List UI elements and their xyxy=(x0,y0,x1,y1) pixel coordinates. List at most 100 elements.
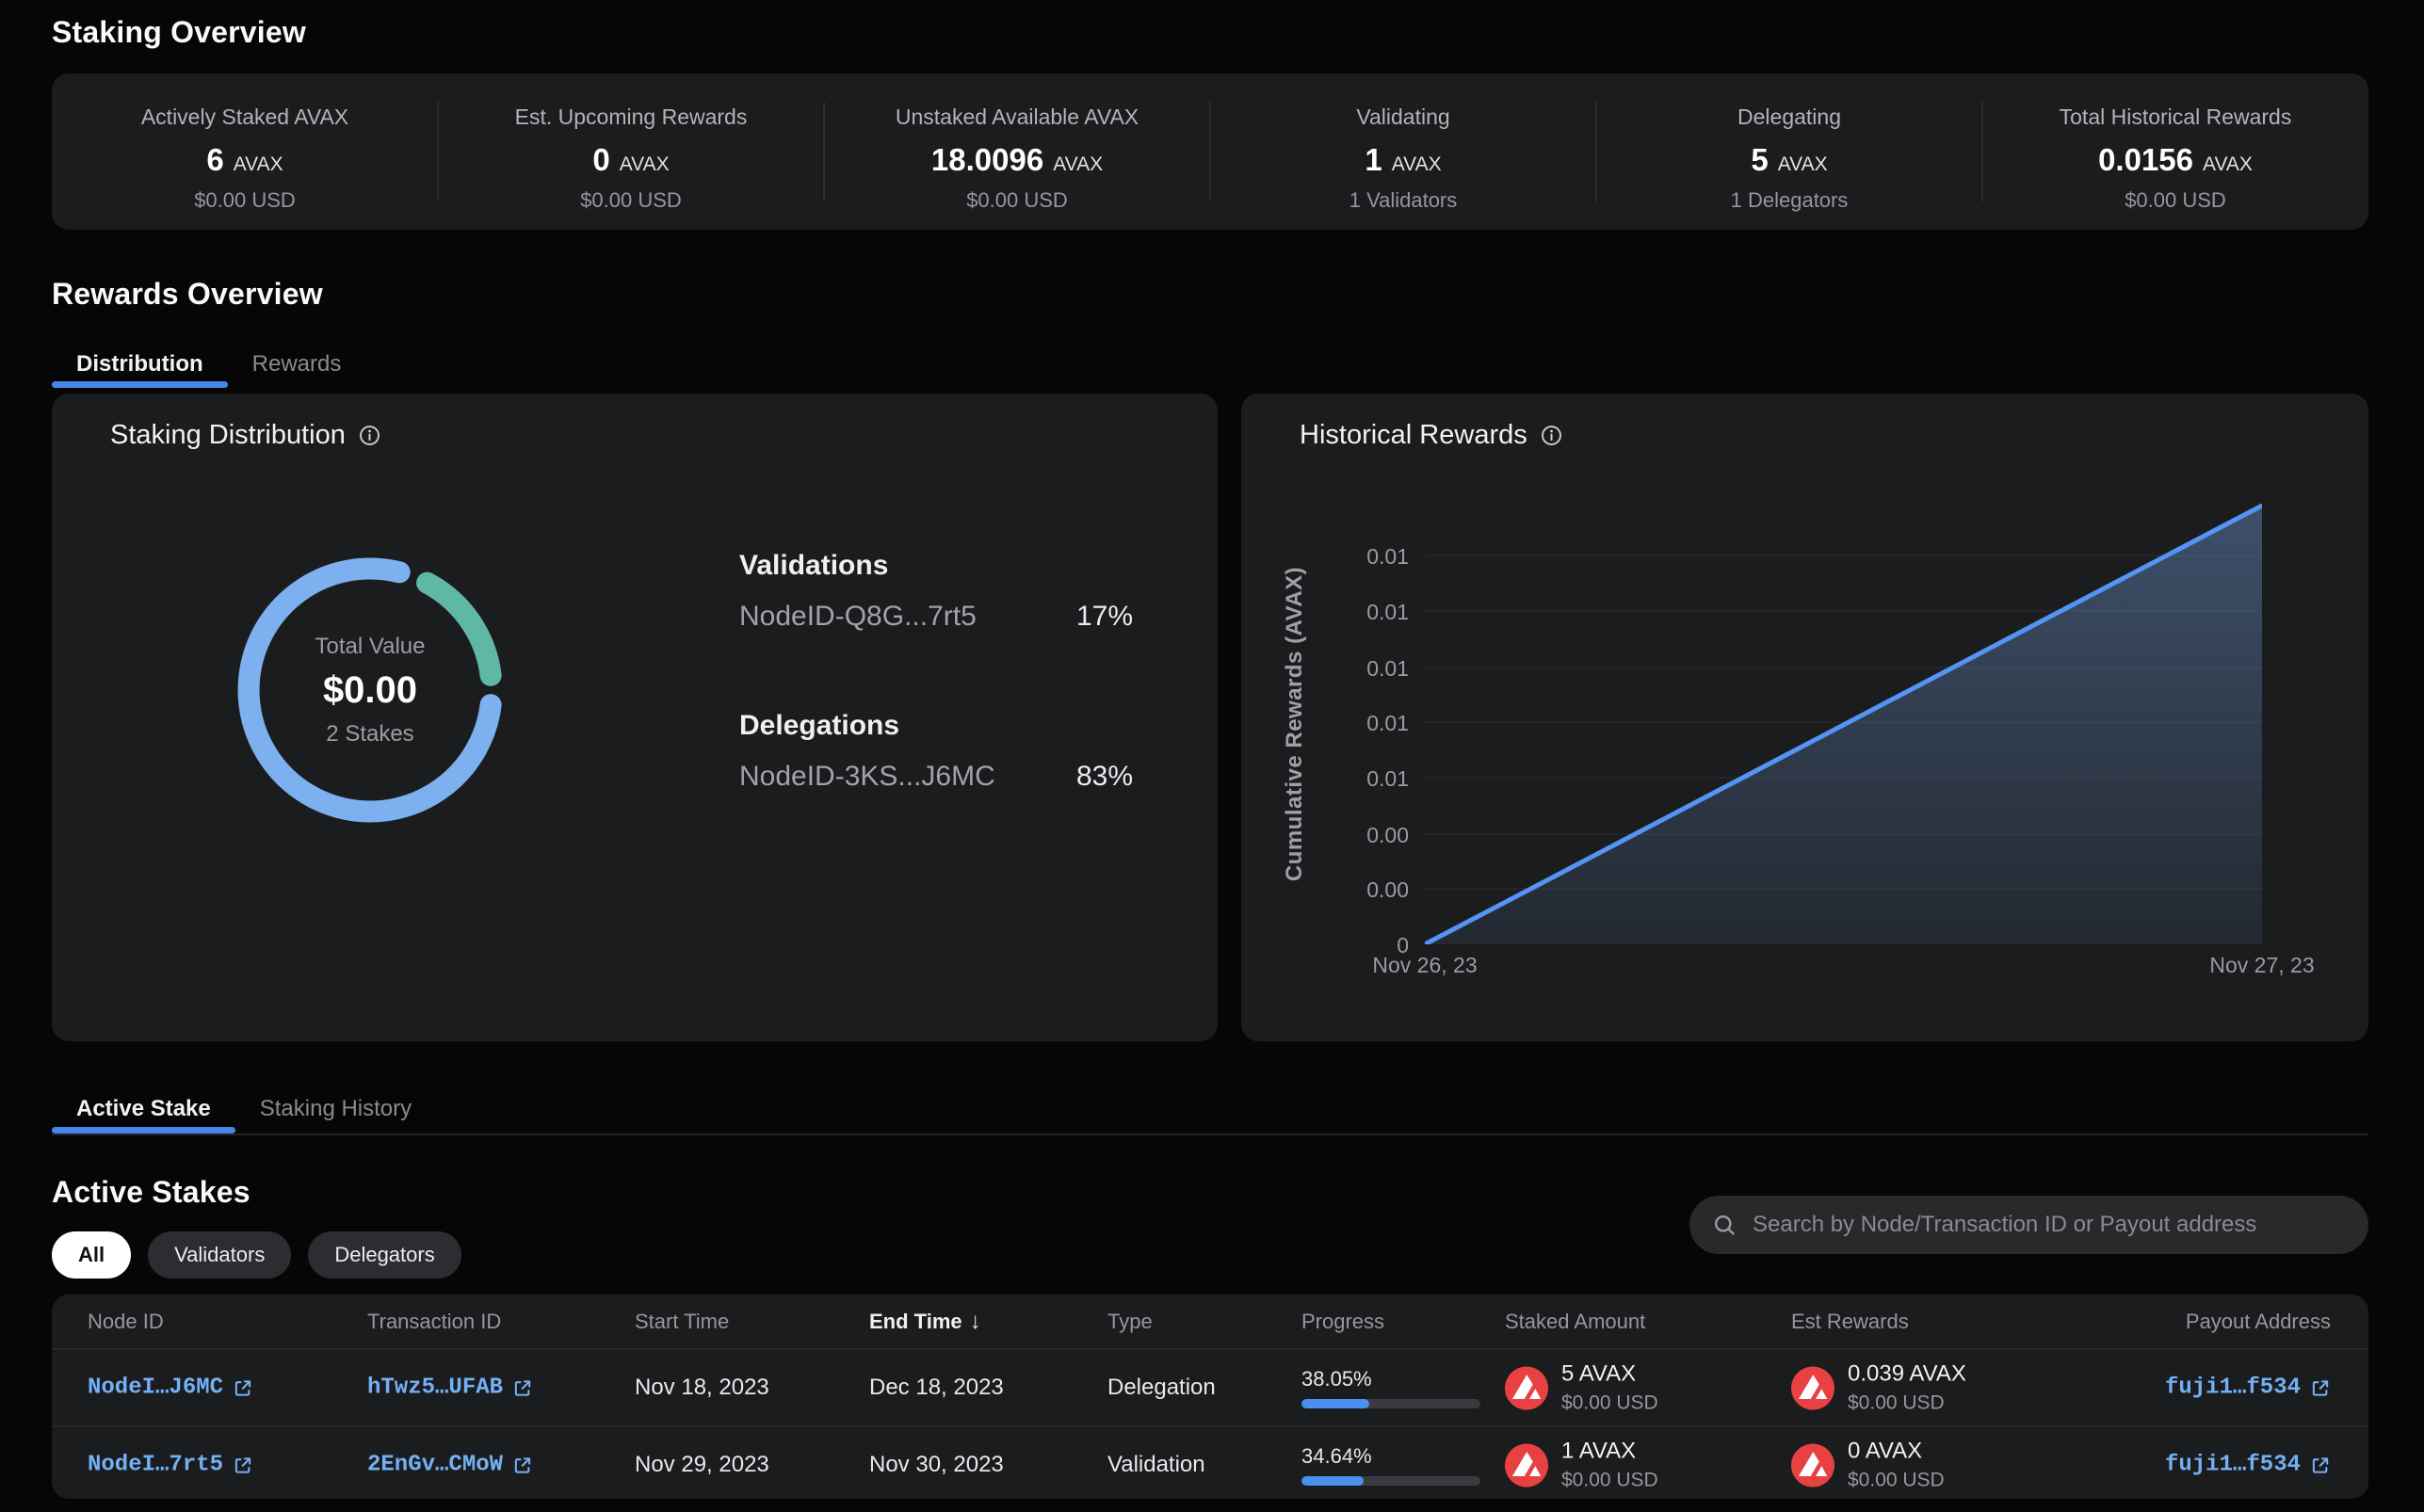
stat-actively-staked: Actively Staked AVAX 6AVAX $0.00 USD xyxy=(52,73,438,230)
node-id-link[interactable]: NodeI…J6MC xyxy=(88,1375,253,1401)
stat-sub: 1 Validators xyxy=(1349,188,1458,213)
stat-value: 5 xyxy=(1751,142,1768,178)
start-time: Nov 18, 2023 xyxy=(635,1375,769,1401)
staked-value: 1 AVAX xyxy=(1561,1439,1658,1465)
validations-row: NodeID-Q8G...7rt5 17% xyxy=(739,601,1133,633)
stat-value: 6 xyxy=(206,142,223,178)
est-rewards-cell: 0.039 AVAX $0.00 USD xyxy=(1791,1361,1966,1415)
progress-bar xyxy=(1301,1476,1480,1486)
node-id-link[interactable]: NodeI…7rt5 xyxy=(88,1453,253,1478)
search-icon xyxy=(1712,1213,1737,1238)
x-tick-end: Nov 27, 23 xyxy=(2158,953,2366,978)
stat-unstaked-available: Unstaked Available AVAX 18.0096AVAX $0.0… xyxy=(824,73,1210,230)
info-icon[interactable] xyxy=(1541,425,1562,446)
transaction-id-link[interactable]: hTwz5…UFAB xyxy=(367,1375,533,1401)
active-stakes-title: Active Stakes xyxy=(52,1175,250,1210)
search-input[interactable] xyxy=(1751,1211,2357,1239)
x-tick-start: Nov 26, 23 xyxy=(1321,953,1528,978)
stat-validating: Validating 1 AVAX 1 Validators xyxy=(1210,73,1596,230)
stat-unit: AVAX xyxy=(620,153,670,176)
active-stakes-table: Node ID Transaction ID Start Time End Ti… xyxy=(52,1295,2368,1499)
progress-cell: 38.05% xyxy=(1301,1367,1480,1408)
staked-usd: $0.00 USD xyxy=(1561,1392,1658,1415)
stat-unit: AVAX xyxy=(234,153,283,176)
col-transaction-id: Transaction ID xyxy=(367,1310,501,1334)
avax-logo-icon xyxy=(1505,1366,1548,1409)
stake-filters: All Validators Delegators xyxy=(52,1231,461,1279)
progress-cell: 34.64% xyxy=(1301,1444,1480,1486)
progress-bar-fill xyxy=(1301,1399,1369,1408)
delegation-pct: 83% xyxy=(1076,761,1133,793)
historical-rewards-card: Historical Rewards Cumulative Rewards (A… xyxy=(1241,394,2368,1041)
est-value: 0.039 AVAX xyxy=(1848,1361,1966,1388)
avax-logo-icon xyxy=(1791,1366,1834,1409)
stat-sub: $0.00 USD xyxy=(966,188,1068,213)
stat-label: Delegating xyxy=(1737,105,1841,130)
start-time: Nov 29, 2023 xyxy=(635,1452,769,1478)
donut-center: Total Value $0.00 2 Stakes xyxy=(215,535,525,845)
col-est-rewards: Est Rewards xyxy=(1791,1310,1909,1334)
est-usd: $0.00 USD xyxy=(1848,1392,1966,1415)
rewards-tabbar: Distribution Rewards xyxy=(52,341,365,388)
validation-node-id: NodeID-Q8G...7rt5 xyxy=(739,601,977,633)
stat-total-historical-rewards: Total Historical Rewards 0.0156 AVAX $0.0… xyxy=(1982,73,2368,230)
stat-sub: $0.00 USD xyxy=(2125,188,2226,213)
stat-unit: AVAX xyxy=(1392,153,1442,176)
stat-unit: AVAX xyxy=(1778,153,1828,176)
end-time: Dec 18, 2023 xyxy=(869,1375,1004,1401)
stat-sub: $0.00 USD xyxy=(580,188,682,213)
end-time: Nov 30, 2023 xyxy=(869,1452,1004,1478)
avax-logo-icon xyxy=(1505,1443,1548,1487)
table-row: NodeI…J6MC hTwz5…UFAB Nov 18, 2023 Dec 1… xyxy=(52,1350,2368,1425)
external-link-icon xyxy=(2310,1455,2331,1475)
cumulative-rewards-line-chart xyxy=(1425,504,2262,944)
delegation-node-id: NodeID-3KS...J6MC xyxy=(739,761,995,793)
stakes-search[interactable] xyxy=(1689,1196,2368,1254)
payout-address-link[interactable]: fuji1…f534 xyxy=(2165,1375,2331,1401)
info-icon[interactable] xyxy=(359,425,380,446)
stat-value: 18.0096 xyxy=(931,142,1043,178)
tab-active-stake[interactable]: Active Stake xyxy=(52,1085,235,1134)
avax-logo-icon xyxy=(1791,1443,1834,1487)
staked-amount-cell: 1 AVAX $0.00 USD xyxy=(1505,1439,1658,1492)
staking-distribution-card: Staking Distribution Total Value $0.00 2… xyxy=(52,394,1218,1041)
col-node-id: Node ID xyxy=(88,1310,164,1334)
staking-distribution-title: Staking Distribution xyxy=(110,420,346,451)
staked-usd: $0.00 USD xyxy=(1561,1470,1658,1492)
tab-distribution[interactable]: Distribution xyxy=(52,341,228,388)
filter-delegators-button[interactable]: Delegators xyxy=(308,1231,461,1279)
progress-percent: 34.64% xyxy=(1301,1444,1480,1469)
y-tick: 0.01 xyxy=(1343,544,1409,570)
transaction-id-link[interactable]: 2EnGv…CMoW xyxy=(367,1453,533,1478)
est-rewards-cell: 0 AVAX $0.00 USD xyxy=(1791,1439,1945,1492)
stat-label: Validating xyxy=(1356,105,1449,130)
est-usd: $0.00 USD xyxy=(1848,1470,1945,1492)
col-staked-amount: Staked Amount xyxy=(1505,1310,1645,1334)
historical-rewards-title: Historical Rewards xyxy=(1300,420,1527,451)
filter-all-button[interactable]: All xyxy=(52,1231,131,1279)
delegations-header: Delegations xyxy=(739,710,899,742)
col-end-time-sort[interactable]: End Time ↓ xyxy=(869,1309,981,1335)
table-row: NodeI…7rt5 2EnGv…CMoW Nov 29, 2023 Nov 3… xyxy=(52,1425,2368,1499)
progress-bar-fill xyxy=(1301,1476,1364,1486)
validations-header: Validations xyxy=(739,550,888,582)
tab-rewards[interactable]: Rewards xyxy=(228,341,366,388)
filter-validators-button[interactable]: Validators xyxy=(148,1231,291,1279)
stat-unit: AVAX xyxy=(1053,153,1103,176)
external-link-icon xyxy=(233,1377,253,1398)
stat-delegating: Delegating 5AVAX 1 Delegators xyxy=(1596,73,1982,230)
page-title: Staking Overview xyxy=(52,15,306,50)
tab-staking-history[interactable]: Staking History xyxy=(235,1085,436,1134)
y-tick: 0.01 xyxy=(1343,766,1409,792)
y-tick: 0.01 xyxy=(1343,711,1409,736)
stake-type: Validation xyxy=(1107,1452,1205,1478)
delegations-row: NodeID-3KS...J6MC 83% xyxy=(739,761,1133,793)
sort-desc-icon: ↓ xyxy=(970,1309,981,1335)
col-progress: Progress xyxy=(1301,1310,1384,1334)
stat-unit: AVAX xyxy=(2203,153,2253,176)
est-value: 0 AVAX xyxy=(1848,1439,1945,1465)
stat-value: 1 xyxy=(1365,142,1382,178)
stat-value: 0.0156 xyxy=(2098,142,2193,178)
payout-address-link[interactable]: fuji1…f534 xyxy=(2165,1453,2331,1478)
stat-label: Total Historical Rewards xyxy=(2060,105,2292,130)
